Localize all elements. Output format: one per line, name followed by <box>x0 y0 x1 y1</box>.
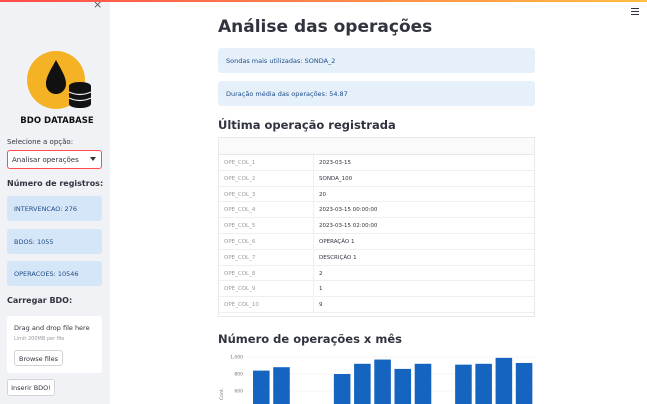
chart-bar <box>455 364 472 404</box>
hamburger-menu-icon[interactable] <box>631 8 639 17</box>
chart-bar <box>273 367 290 404</box>
select-label: Selecione a opção: <box>7 138 74 146</box>
table-row: OPE_COL_9 1 <box>219 281 534 298</box>
count-operacoes: OPERACOES: 10546 <box>7 261 102 286</box>
y-tick-label: 1,000 <box>230 355 243 361</box>
info-average-duration: Duração média das operações: 54.87 <box>218 81 535 106</box>
chart-bar <box>495 357 513 404</box>
table-header <box>219 138 534 155</box>
page-title: Análise das operações <box>218 17 433 37</box>
table-row: OPE_COL_8 2 <box>219 265 534 282</box>
file-dropzone[interactable]: Drag and drop file here Limit 200MB per … <box>7 316 102 373</box>
last-operation-heading: Última operação registrada <box>218 118 396 132</box>
y-tick-label: 800 <box>234 372 243 378</box>
chart-bar <box>475 363 492 404</box>
close-sidebar-icon[interactable]: × <box>93 2 102 11</box>
chevron-down-icon <box>90 157 96 161</box>
chart-bar <box>333 374 351 404</box>
table-row: OPE_COL_5 2023-03-15 02:00:00 <box>219 218 534 234</box>
table-row: OPE_COL_2 SONDA_100 <box>219 170 534 187</box>
operations-per-month-chart: 1,000 800 600 Cont. <box>219 355 534 404</box>
last-operation-table[interactable]: OPE_COL_1 2023-03-15 OPE_COL_2 SONDA_100 O… <box>218 137 535 317</box>
browse-files-button[interactable]: Browse files <box>14 350 63 366</box>
bdo-database-logo: BDO DATABASE <box>20 51 94 126</box>
sidebar: × BDO DATABASE Selecione a opção: Analis… <box>0 2 110 404</box>
records-heading: Número de registros: <box>7 179 104 188</box>
chart-bar <box>515 362 533 404</box>
option-select-value: Analisar operações <box>12 156 79 164</box>
y-axis-label: Cont. <box>219 388 225 400</box>
chart-bar <box>394 368 412 404</box>
insert-bdo-button[interactable]: Inserir BDO! <box>7 379 55 396</box>
main-content: Análise das operações Sondas mais utiliz… <box>218 0 538 404</box>
chart-bar <box>414 363 432 404</box>
count-intervencao: INTERVENCAO: 276 <box>7 196 102 221</box>
logo-text: BDO DATABASE <box>20 116 94 126</box>
y-tick-label: 600 <box>234 389 243 395</box>
table-row: OPE_COL_6 OPERAÇÃO 1 <box>219 233 534 250</box>
chart-bar <box>253 370 270 404</box>
info-top-probes: Sondas mais utilizadas: SONDA_2 <box>218 48 535 73</box>
table-row: OPE_COL_10 9 <box>219 297 534 313</box>
chart-heading: Número de operações x mês <box>218 332 402 346</box>
count-bdos: BDOS: 1055 <box>7 229 102 254</box>
dropzone-limit: Limit 200MB per file <box>14 336 65 342</box>
dropzone-text: Drag and drop file here <box>14 324 90 332</box>
option-select[interactable]: Analisar operações <box>7 150 102 169</box>
table-row: OPE_COL_7 DESCRIÇÃO 1 <box>219 249 534 266</box>
table-row: OPE_COL_4 2023-03-15 00:00:00 <box>219 202 534 219</box>
upload-heading: Carregar BDO: <box>7 296 73 305</box>
table-row: OPE_COL_3 20 <box>219 186 534 203</box>
chart-bar <box>354 363 371 404</box>
table-row: OPE_COL_1 2023-03-15 <box>219 155 534 171</box>
chart-bar <box>374 359 391 404</box>
